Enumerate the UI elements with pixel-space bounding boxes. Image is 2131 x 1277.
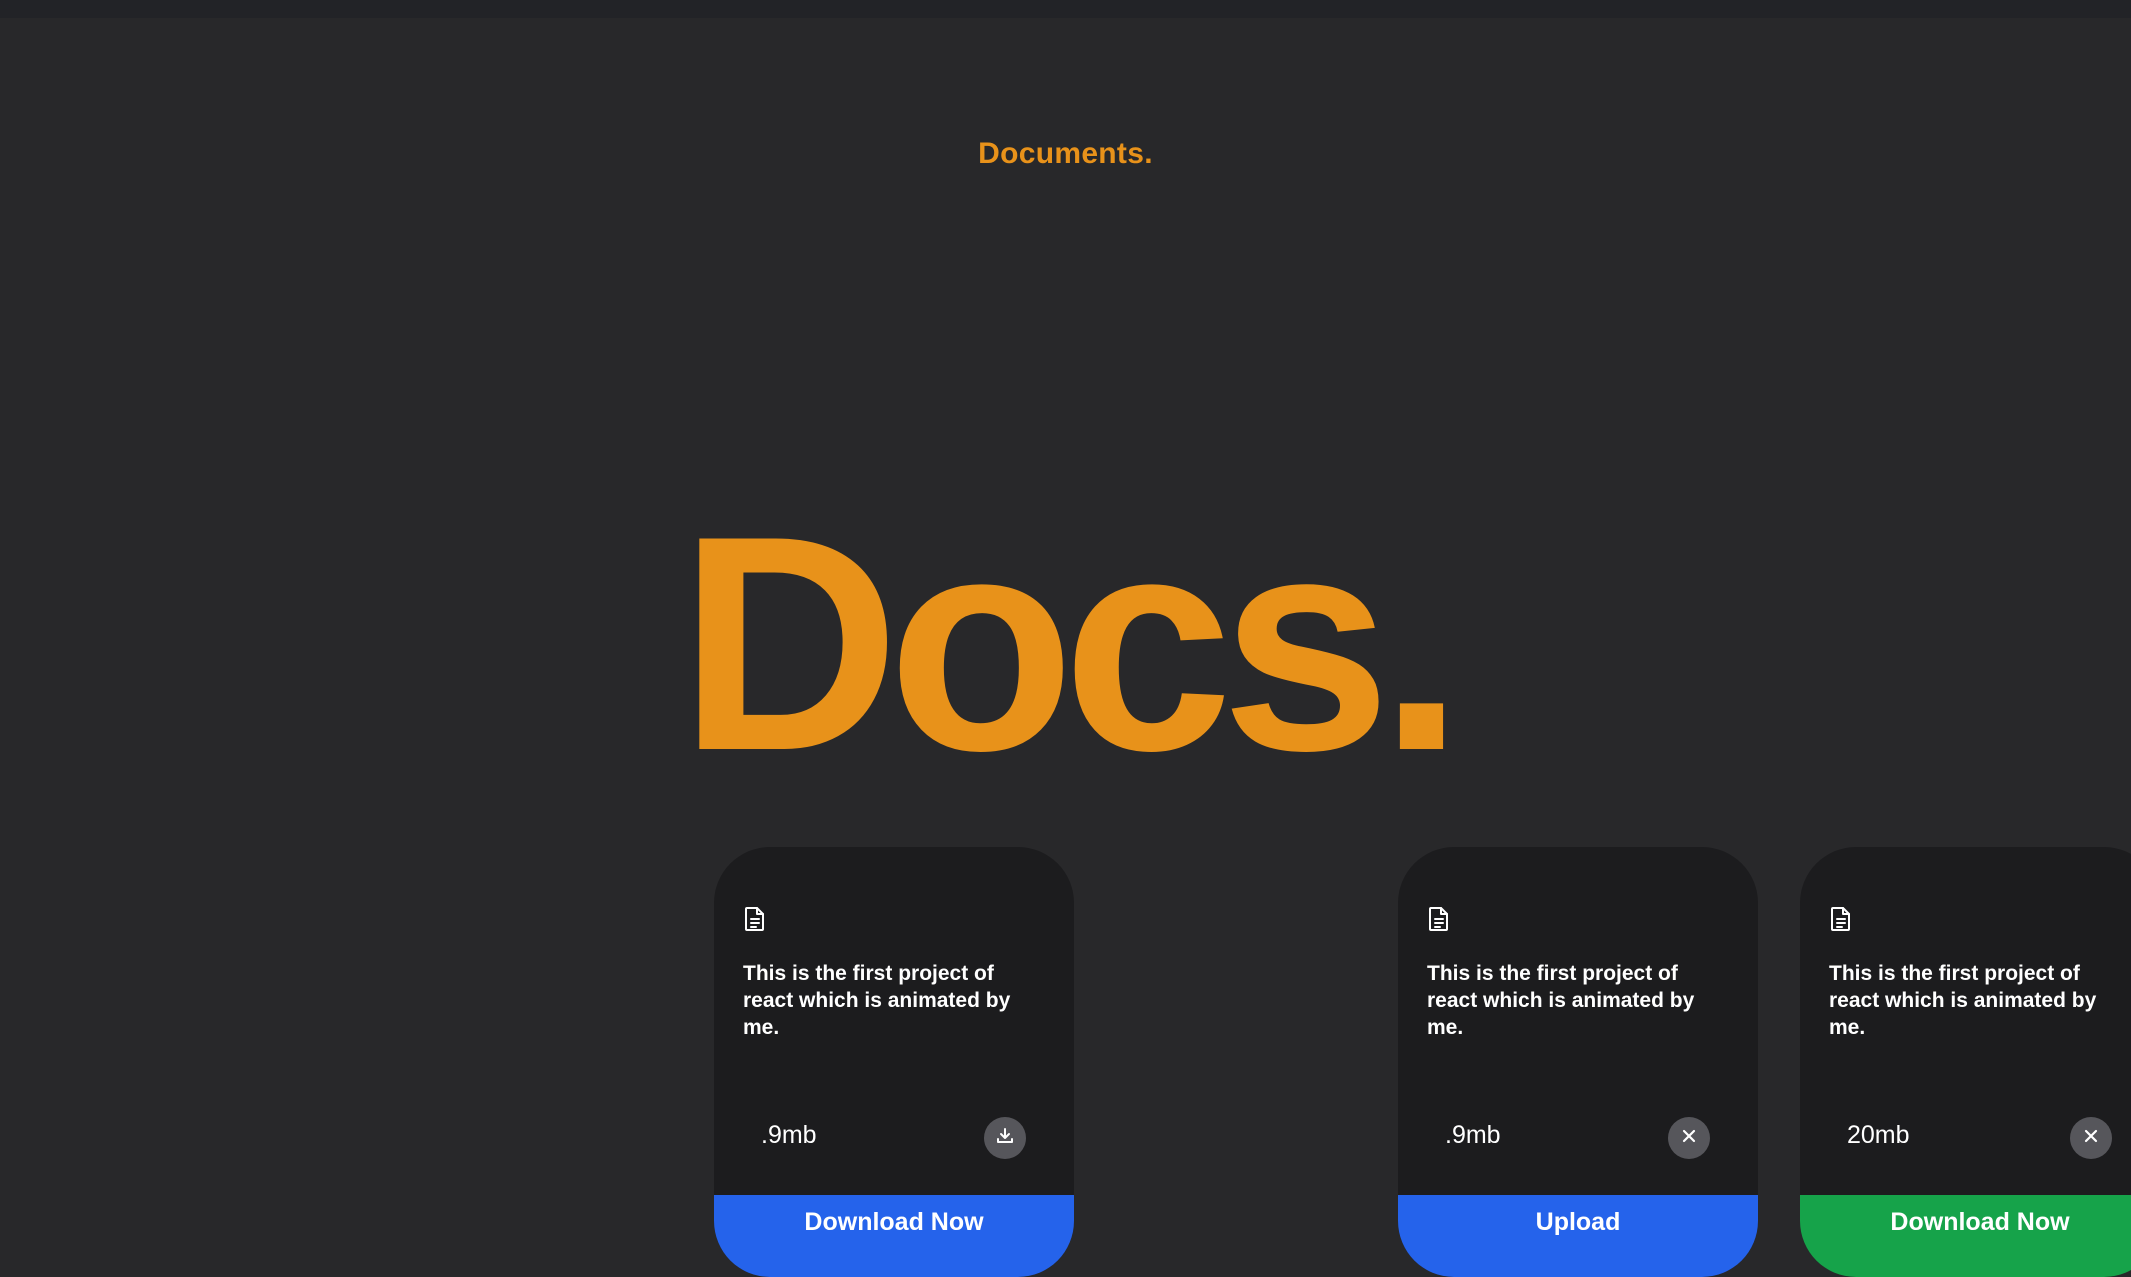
card-description: This is the first project of react which… <box>1427 962 1695 1039</box>
page-subtitle: Documents. <box>978 137 1153 170</box>
file-size: 20mb <box>1847 1121 1910 1149</box>
card-description: This is the first project of react which… <box>1829 962 2097 1039</box>
close-button[interactable] <box>2070 1117 2112 1159</box>
document-icon <box>1427 906 1451 932</box>
close-icon <box>1680 1127 1698 1150</box>
document-card: This is the first project of react which… <box>1398 847 1758 1277</box>
top-bar <box>0 0 2131 18</box>
document-icon <box>1829 906 1853 932</box>
download-now-button[interactable]: Download Now <box>714 1195 1074 1277</box>
close-icon <box>2082 1127 2100 1150</box>
download-now-button[interactable]: Download Now <box>1800 1195 2131 1277</box>
document-card: This is the first project of react which… <box>714 847 1074 1277</box>
upload-button[interactable]: Upload <box>1398 1195 1758 1277</box>
download-icon <box>995 1126 1015 1151</box>
file-size: .9mb <box>1445 1121 1501 1149</box>
card-description: This is the first project of react which… <box>743 962 1011 1039</box>
page-title: Docs. <box>678 472 1464 814</box>
footer-button-label: Upload <box>1535 1208 1621 1236</box>
footer-button-label: Download Now <box>1890 1208 2070 1236</box>
footer-button-label: Download Now <box>804 1208 984 1236</box>
file-size: .9mb <box>761 1121 817 1149</box>
document-card: This is the first project of react which… <box>1800 847 2131 1277</box>
close-button[interactable] <box>1668 1117 1710 1159</box>
download-button[interactable] <box>984 1117 1026 1159</box>
document-icon <box>743 906 767 932</box>
